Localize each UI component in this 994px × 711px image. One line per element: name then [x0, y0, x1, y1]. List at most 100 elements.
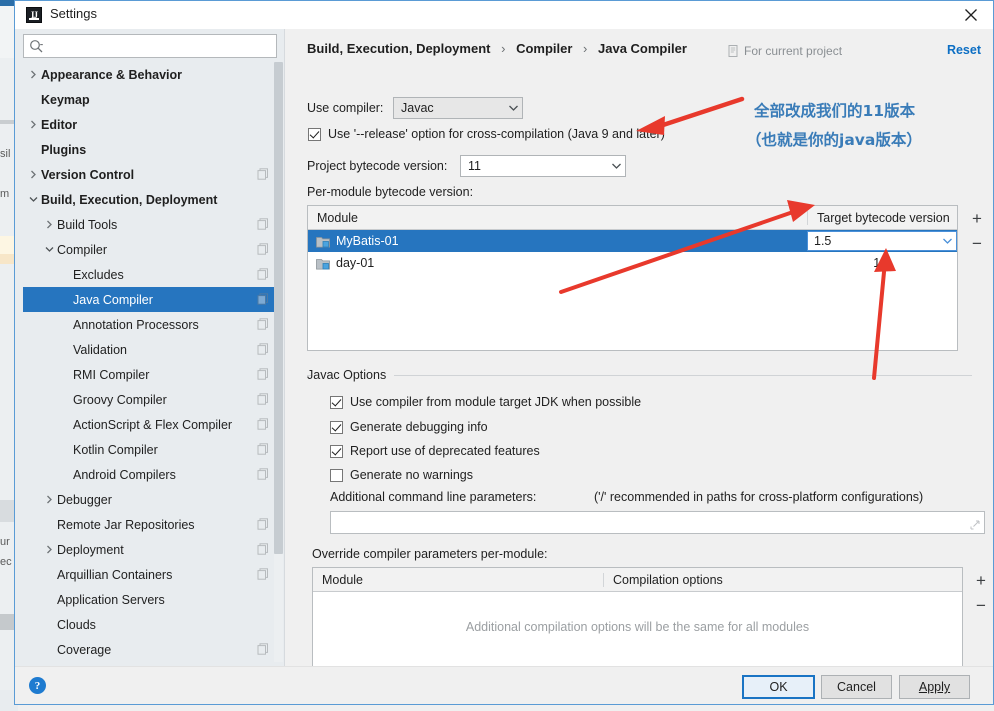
sidebar-item-version-control[interactable]: Version Control: [23, 162, 277, 187]
override-params-table[interactable]: Module Compilation options Additional co…: [312, 567, 963, 669]
settings-tree[interactable]: Appearance & Behavior Keymap Editor Plugins…: [23, 62, 277, 662]
target-version-select[interactable]: 1.5: [807, 231, 957, 251]
add-override-button[interactable]: +: [970, 569, 992, 591]
remove-module-button[interactable]: −: [966, 232, 988, 254]
add-module-button[interactable]: +: [966, 207, 988, 229]
expand-icon[interactable]: [970, 517, 980, 530]
chevron-right-icon[interactable]: [43, 494, 55, 506]
copy-settings-icon[interactable]: [257, 643, 269, 655]
sidebar-item-excludes[interactable]: Excludes: [23, 262, 277, 287]
copy-settings-icon[interactable]: [257, 268, 269, 280]
copy-settings-icon[interactable]: [257, 543, 269, 555]
sidebar-item-plugins[interactable]: Plugins: [23, 137, 277, 162]
chevron-right-icon[interactable]: [43, 219, 55, 231]
override-table-header: Module Compilation options: [313, 568, 962, 592]
additional-params-label: Additional command line parameters:: [330, 490, 537, 504]
chevron-right-icon[interactable]: [27, 169, 39, 181]
sidebar-scrollbar-track[interactable]: [274, 62, 283, 662]
copy-settings-icon[interactable]: [257, 568, 269, 580]
override-empty-hint: Additional compilation options will be t…: [465, 620, 810, 634]
chevron-right-icon[interactable]: [27, 119, 39, 131]
additional-params-input[interactable]: [330, 511, 985, 534]
target-version-value: 1.5: [814, 234, 832, 248]
chevron-right-icon[interactable]: [43, 544, 55, 556]
sidebar-item-arquillian-containers[interactable]: Arquillian Containers: [23, 562, 277, 587]
sidebar-item-remote-jar-repositories[interactable]: Remote Jar Repositories: [23, 512, 277, 537]
sidebar-item-coverage[interactable]: Coverage: [23, 637, 277, 662]
sidebar-item-label: Version Control: [41, 167, 135, 182]
copy-settings-icon[interactable]: [257, 518, 269, 530]
copy-settings-icon[interactable]: [257, 293, 269, 305]
apply-button-label: Apply: [918, 680, 951, 694]
remove-override-button[interactable]: −: [970, 594, 992, 616]
sidebar-item-kotlin-compiler[interactable]: Kotlin Compiler: [23, 437, 277, 462]
javac-option-checkbox[interactable]: Use compiler from module target JDK when…: [330, 395, 641, 409]
target-version-cell[interactable]: 1.5: [807, 256, 957, 270]
chevron-down-icon: [938, 237, 956, 245]
table-row[interactable]: MyBatis-01 1.5: [308, 230, 957, 252]
target-version-cell[interactable]: 1.5: [807, 231, 957, 251]
copy-settings-icon[interactable]: [257, 368, 269, 380]
sidebar-item-build-execution-deployment[interactable]: Build, Execution, Deployment: [23, 187, 277, 212]
search-icon: [29, 39, 44, 54]
sidebar-item-appearance-behavior[interactable]: Appearance & Behavior: [23, 62, 277, 87]
sidebar-item-deployment[interactable]: Deployment: [23, 537, 277, 562]
project-bytecode-select[interactable]: 11: [460, 155, 626, 177]
search-input[interactable]: [48, 35, 278, 59]
copy-settings-icon[interactable]: [257, 343, 269, 355]
module-folder-icon: [316, 235, 330, 248]
javac-option-checkbox[interactable]: Generate debugging info: [330, 420, 488, 434]
cancel-button[interactable]: Cancel: [821, 675, 892, 699]
settings-main-panel: Build, Execution, Deployment › Compiler …: [286, 29, 993, 669]
sidebar-item-android-compilers[interactable]: Android Compilers: [23, 462, 277, 487]
ok-button[interactable]: OK: [742, 675, 815, 699]
sidebar-item-keymap[interactable]: Keymap: [23, 87, 277, 112]
sidebar-scrollbar-thumb[interactable]: [274, 62, 283, 554]
use-compiler-select[interactable]: Javac: [393, 97, 523, 119]
sidebar-item-label: Annotation Processors: [73, 317, 199, 332]
per-module-label: Per-module bytecode version:: [307, 185, 474, 199]
sidebar-item-clouds[interactable]: Clouds: [23, 612, 277, 637]
target-version-value: 1.5: [873, 256, 891, 270]
copy-settings-icon[interactable]: [257, 418, 269, 430]
search-box[interactable]: [23, 34, 278, 59]
copy-settings-icon[interactable]: [257, 243, 269, 255]
copy-settings-icon[interactable]: [257, 393, 269, 405]
apply-button[interactable]: Apply: [899, 675, 970, 699]
table-row[interactable]: day-01 1.5: [308, 252, 957, 274]
javac-option-label: Use compiler from module target JDK when…: [350, 395, 642, 409]
sidebar-item-build-tools[interactable]: Build Tools: [23, 212, 277, 237]
sidebar-item-compiler[interactable]: Compiler: [23, 237, 277, 262]
sidebar-item-validation[interactable]: Validation: [23, 337, 277, 362]
sidebar-divider: [284, 29, 285, 669]
module-name: MyBatis-01: [336, 234, 399, 248]
copy-settings-icon[interactable]: [257, 468, 269, 480]
sidebar-item-java-compiler[interactable]: Java Compiler: [23, 287, 277, 312]
sidebar-item-groovy-compiler[interactable]: Groovy Compiler: [23, 387, 277, 412]
help-button[interactable]: ?: [29, 677, 46, 694]
copy-settings-icon[interactable]: [257, 168, 269, 180]
copy-settings-icon[interactable]: [257, 318, 269, 330]
chevron-down-icon[interactable]: [27, 194, 39, 206]
sidebar-item-application-servers[interactable]: Application Servers: [23, 587, 277, 612]
sidebar-item-rmi-compiler[interactable]: RMI Compiler: [23, 362, 277, 387]
module-bytecode-table[interactable]: Module Target bytecode version MyBatis-0…: [307, 205, 958, 351]
breadcrumb-item-1[interactable]: Compiler: [516, 41, 572, 56]
copy-settings-icon[interactable]: [257, 443, 269, 455]
breadcrumb-item-0[interactable]: Build, Execution, Deployment: [307, 41, 490, 56]
chevron-down-icon[interactable]: [43, 244, 55, 256]
reset-link[interactable]: Reset: [947, 43, 981, 57]
sidebar-item-debugger[interactable]: Debugger: [23, 487, 277, 512]
sidebar-item-actionscript-flex-compiler[interactable]: ActionScript & Flex Compiler: [23, 412, 277, 437]
sidebar-item-editor[interactable]: Editor: [23, 112, 277, 137]
chevron-right-icon[interactable]: [27, 69, 39, 81]
release-option-checkbox[interactable]: Use '--release' option for cross-compila…: [308, 127, 665, 141]
sidebar-item-label: Build, Execution, Deployment: [41, 192, 218, 207]
javac-option-checkbox[interactable]: Report use of deprecated features: [330, 444, 540, 458]
sidebar-item-annotation-processors[interactable]: Annotation Processors: [23, 312, 277, 337]
document-icon: [728, 45, 739, 57]
sidebar-item-label: Deployment: [57, 542, 124, 557]
copy-settings-icon[interactable]: [257, 218, 269, 230]
close-icon[interactable]: [949, 1, 993, 29]
javac-option-checkbox[interactable]: Generate no warnings: [330, 468, 473, 482]
